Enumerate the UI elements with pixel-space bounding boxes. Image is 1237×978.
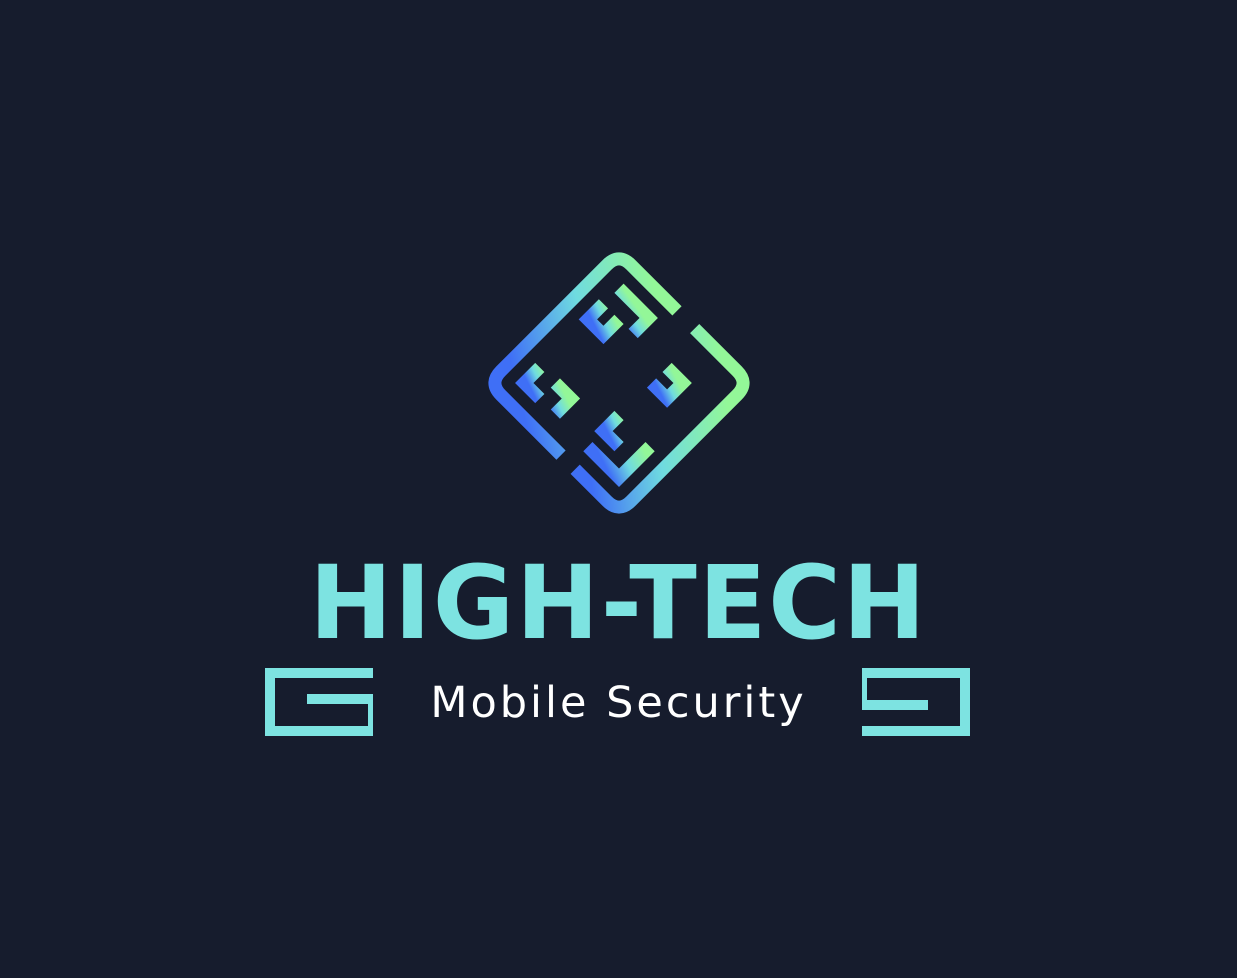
maze-diamond-icon — [488, 252, 750, 514]
logo-canvas: HIGH-TECH Mobile Security — [0, 0, 1237, 978]
brand-name: HIGH-TECH — [309, 544, 928, 663]
right-bracket-ornament — [862, 668, 970, 736]
tagline: Mobile Security — [430, 678, 807, 728]
tagline-row: Mobile Security — [0, 668, 1237, 738]
